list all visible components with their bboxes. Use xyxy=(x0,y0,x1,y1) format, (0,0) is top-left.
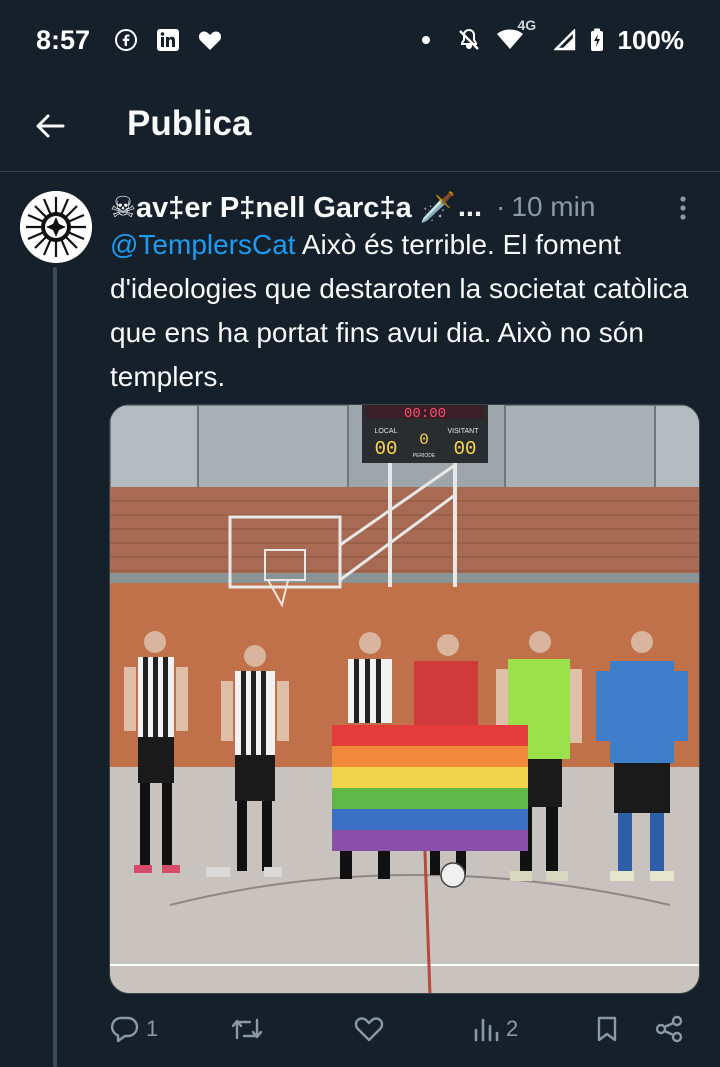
scoreboard-periode: 0 xyxy=(419,431,429,449)
templar-seal-icon xyxy=(20,191,92,263)
status-bar: 8:57 4G 100% xyxy=(0,0,720,80)
like-button[interactable] xyxy=(354,1009,384,1049)
name-ellipsis: ... xyxy=(457,190,483,223)
status-right: 4G 100% xyxy=(420,17,685,56)
mute-icon xyxy=(456,27,482,53)
tweet-header: ☠av‡er P‡nell Garc‡a 🗡️ ... · 10 min xyxy=(110,187,670,227)
page-title: Publica xyxy=(127,104,252,143)
thread-line xyxy=(53,267,57,1067)
views-count: 2 xyxy=(506,1016,519,1041)
tweet[interactable]: ☠av‡er P‡nell Garc‡a 🗡️ ... · 10 min @Te… xyxy=(0,173,720,1067)
retweet-icon xyxy=(231,1018,263,1040)
reply-icon xyxy=(110,1016,139,1043)
tweet-actions: 1 2 xyxy=(100,1009,700,1049)
signal-icon xyxy=(553,29,576,51)
facebook-icon xyxy=(114,28,138,52)
share-icon xyxy=(655,1015,683,1043)
avatar[interactable] xyxy=(20,191,92,263)
scoreboard-visitant-score: 00 xyxy=(454,438,477,460)
scoreboard-periode-label: PERIODE xyxy=(413,453,436,459)
separator-dot: · xyxy=(496,191,506,222)
reply-count: 1 xyxy=(146,1016,159,1041)
dot-icon xyxy=(420,34,432,46)
wifi-icon: 4G xyxy=(496,17,536,51)
futsal-team-photo: 00:00 LOCAL VISITANT 00 0 PERIODE 00 xyxy=(110,405,699,993)
share-button[interactable] xyxy=(654,1009,684,1049)
heart-outline-icon xyxy=(354,1017,384,1042)
heart-icon xyxy=(198,29,222,51)
scoreboard-local-label: LOCAL xyxy=(375,428,398,435)
bar-chart-icon xyxy=(474,1018,499,1042)
scoreboard-time: 00:00 xyxy=(404,406,446,422)
arrow-left-icon xyxy=(36,114,65,138)
clock: 8:57 xyxy=(36,24,91,55)
display-name[interactable]: ☠av‡er P‡nell Garc‡a 🗡️ xyxy=(110,190,456,225)
mention-link[interactable]: @TemplersCat xyxy=(110,229,296,260)
battery-level: 100% xyxy=(617,24,685,55)
views-button[interactable]: 2 xyxy=(472,1009,518,1049)
retweet-button[interactable] xyxy=(230,1009,264,1049)
bookmark-button[interactable] xyxy=(596,1009,618,1049)
back-button[interactable] xyxy=(30,106,70,146)
network-type: 4G xyxy=(517,17,537,33)
timestamp[interactable]: 10 min xyxy=(511,191,595,223)
more-options-button[interactable] xyxy=(668,193,698,223)
reply-button[interactable]: 1 xyxy=(110,1009,158,1049)
tweet-photo[interactable]: 00:00 LOCAL VISITANT 00 0 PERIODE 00 xyxy=(109,404,700,994)
scoreboard-visitant-label: VISITANT xyxy=(448,428,480,435)
ball xyxy=(440,862,466,888)
battery-icon xyxy=(590,28,604,52)
scoreboard-local-score: 00 xyxy=(375,438,398,460)
status-left: 8:57 xyxy=(36,25,222,56)
rainbow-flag xyxy=(332,725,528,851)
vertical-dots-icon xyxy=(680,196,686,220)
app-header: Publica xyxy=(0,80,720,172)
linkedin-icon xyxy=(156,28,180,52)
bookmark-icon xyxy=(597,1016,617,1042)
tweet-text: @TemplersCat Això és terrible. El foment… xyxy=(110,223,706,399)
